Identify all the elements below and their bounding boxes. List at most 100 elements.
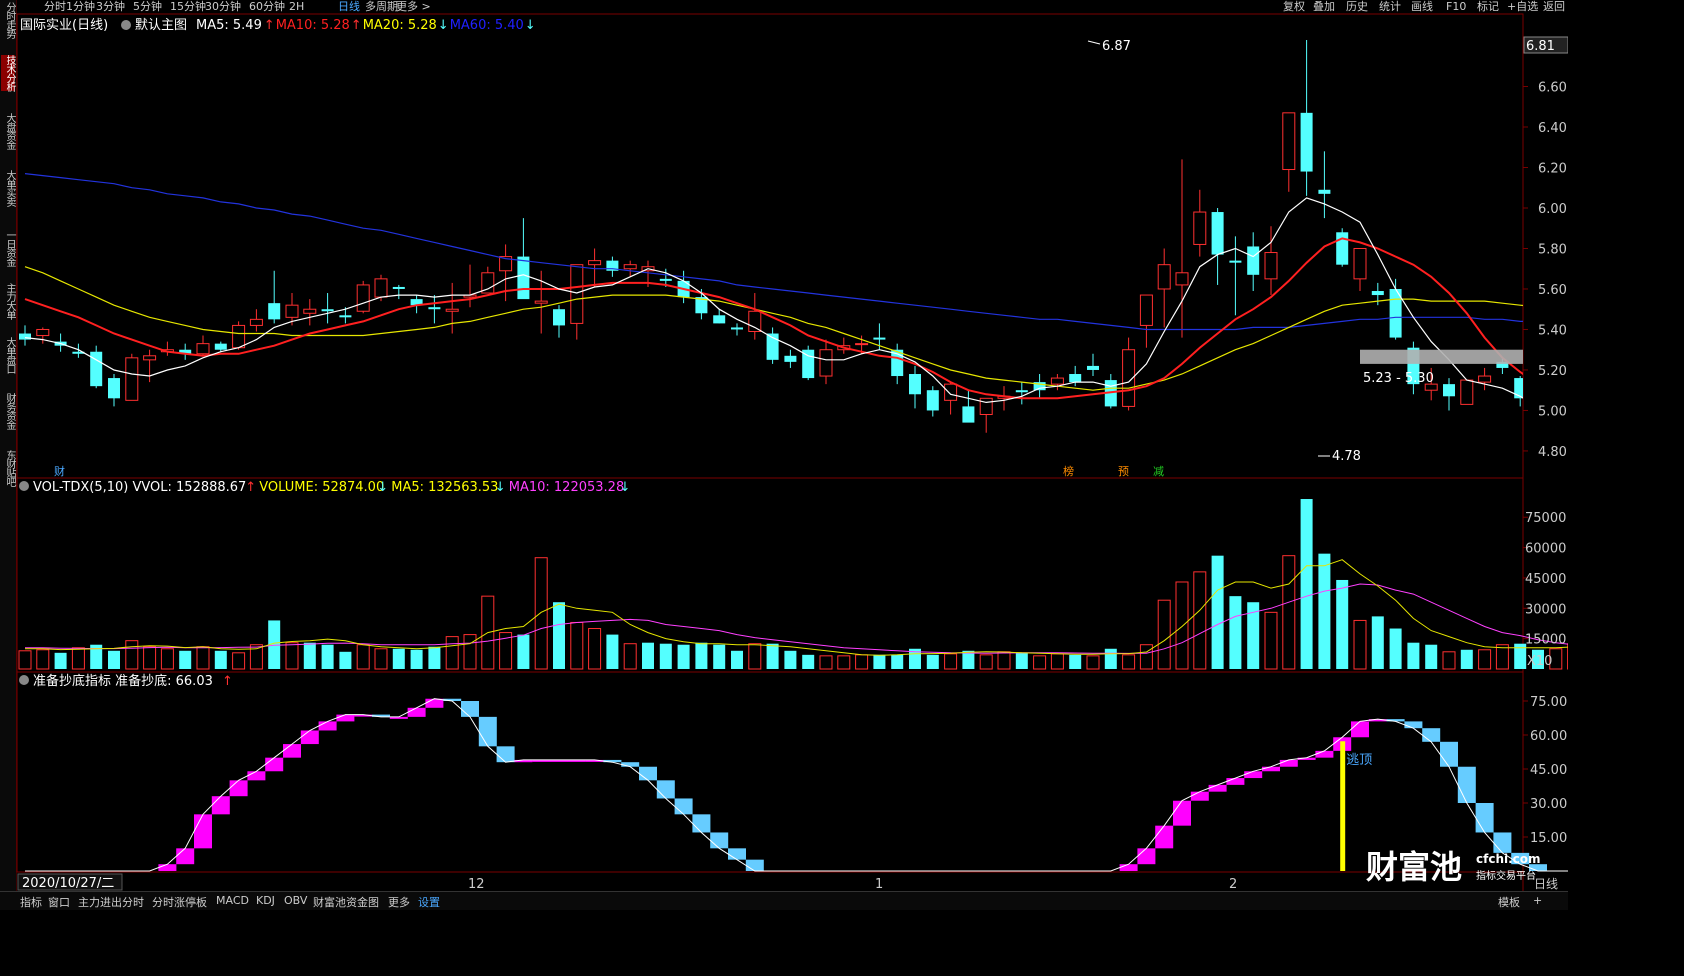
volume-bar [837, 655, 851, 670]
indicator-bar [176, 848, 195, 865]
candle-body [1514, 378, 1523, 399]
candle-body [1443, 384, 1455, 397]
volume-bar [944, 653, 958, 670]
event-badge: 预 [1118, 465, 1129, 478]
bottom-tab[interactable]: 财富池资金图 [313, 894, 379, 910]
candle-body [731, 327, 743, 330]
volume-y-tick: 60000 [1525, 542, 1566, 557]
volume-y-tick: 75000 [1525, 511, 1566, 526]
escape-top-signal-bar [1340, 741, 1346, 871]
volume-bar [553, 602, 565, 669]
indicator-bar [1190, 791, 1209, 801]
indicator-bar [194, 814, 212, 849]
candle-body [873, 337, 886, 340]
bottom-tab[interactable]: 更多 [388, 894, 410, 910]
bottom-action[interactable]: + [1533, 894, 1542, 907]
candle-body [339, 315, 352, 318]
indicator-bar [1457, 766, 1476, 803]
candle-body [125, 357, 139, 401]
bottom-tab[interactable]: KDJ [256, 894, 275, 907]
main-legend: 国际实业(日线) 默认主图 MA5: 5.49 ↑ MA10: 5.28 ↑ MA20:… [20, 17, 536, 33]
indicator-bar [211, 796, 230, 815]
volume-bar [1495, 644, 1509, 670]
candle-body [232, 324, 246, 349]
volume-settings-icon[interactable] [19, 481, 29, 491]
bottom-action[interactable]: 模板 [1498, 894, 1520, 910]
bottom-tab[interactable]: 主力进出分时 [78, 894, 144, 910]
stock-title[interactable]: 国际实业(日线) [20, 18, 108, 33]
bottom-tab[interactable]: 设置 [418, 894, 440, 910]
x-axis: 2020/10/27/二 12 1 2 日线 [17, 873, 1558, 892]
volume-y-tick: 30000 [1525, 602, 1566, 617]
volume-bar [71, 647, 85, 670]
volume-bar [1389, 628, 1402, 669]
month-tick: 12 [468, 877, 485, 892]
bottom-tab[interactable]: 窗口 [48, 894, 70, 910]
ma-legend-item: MA5: 5.49 [196, 18, 262, 33]
price-zone-band [1360, 349, 1523, 364]
candle-body [36, 328, 50, 337]
bottom-tab[interactable]: 指标 [20, 894, 42, 910]
volume-bar [695, 642, 708, 669]
volume-bar [1139, 644, 1153, 670]
price-y-tick: 6.40 [1538, 121, 1567, 136]
candle-body [1460, 379, 1474, 405]
candle-body [1247, 246, 1260, 275]
volume-bar [1175, 581, 1189, 670]
volume-bar [713, 644, 726, 669]
bottom-toolbar: 指标 窗口 主力进出分时 分时涨停板 MACD KDJ OBV 财富池资金图 更多 设置 模板 + [0, 891, 1568, 910]
volume-bar [819, 655, 833, 670]
price-y-tick: 5.60 [1538, 283, 1567, 298]
price-y-tick: 6.60 [1538, 81, 1567, 96]
volume-legend-arrow: ↓ [620, 480, 631, 495]
indicator-bar [745, 859, 764, 871]
volume-bar [677, 644, 690, 669]
template-name[interactable]: 默认主图 [135, 17, 187, 33]
volume-legend-item: VOLUME: 52874.00 [259, 480, 384, 495]
bottom-tab[interactable]: 分时涨停板 [152, 894, 207, 910]
candle-body [909, 374, 921, 395]
candle-body [374, 278, 388, 298]
watermark-brand: 财富池 [1366, 848, 1462, 886]
volume-bar [873, 654, 886, 669]
candle-body [1300, 112, 1313, 172]
volume-bar [1015, 652, 1028, 669]
candle-body [1193, 211, 1207, 245]
indicator-bar [425, 698, 444, 708]
candle-body [1478, 375, 1492, 383]
indicator-bar [247, 771, 266, 781]
indicator-bar [300, 730, 319, 745]
indicator-bar [1244, 771, 1263, 779]
volume-legend-arrow: ↓ [377, 480, 388, 495]
candle-body [268, 303, 281, 320]
volume-bar [979, 654, 993, 670]
indicator-y-tick: 45.00 [1530, 763, 1567, 778]
volume-bar [108, 650, 120, 669]
indicator-arrow: ↑ [222, 674, 233, 689]
volume-chart [18, 499, 1568, 670]
candle-body [748, 310, 762, 332]
bottom-tab[interactable]: OBV [284, 894, 307, 907]
indicator-settings-icon[interactable] [19, 675, 29, 685]
indicator-bar [1173, 800, 1191, 826]
candle-body [1282, 112, 1296, 171]
volume-bar [802, 654, 815, 669]
candle-body [285, 304, 299, 318]
candle-body [1139, 294, 1153, 326]
candle-body [143, 355, 157, 361]
template-dropdown-icon[interactable] [121, 20, 131, 30]
indicator-bar [1493, 832, 1512, 853]
bottom-tab[interactable]: MACD [216, 894, 249, 907]
month-tick: 1 [875, 877, 883, 892]
indicator-bar [1155, 825, 1174, 849]
volume-bar [1425, 644, 1438, 669]
volume-bar [232, 652, 246, 670]
event-badge: 榜 [1063, 464, 1074, 478]
indicator-bar [1208, 784, 1227, 792]
volume-y-tick: 15000 [1525, 633, 1566, 648]
event-badge: 减 [1153, 465, 1164, 478]
indicator-panel-frame [16, 671, 1524, 873]
indicator-bar [1226, 778, 1245, 785]
volume-bar [606, 634, 619, 669]
main-panel-frame [16, 13, 1524, 479]
